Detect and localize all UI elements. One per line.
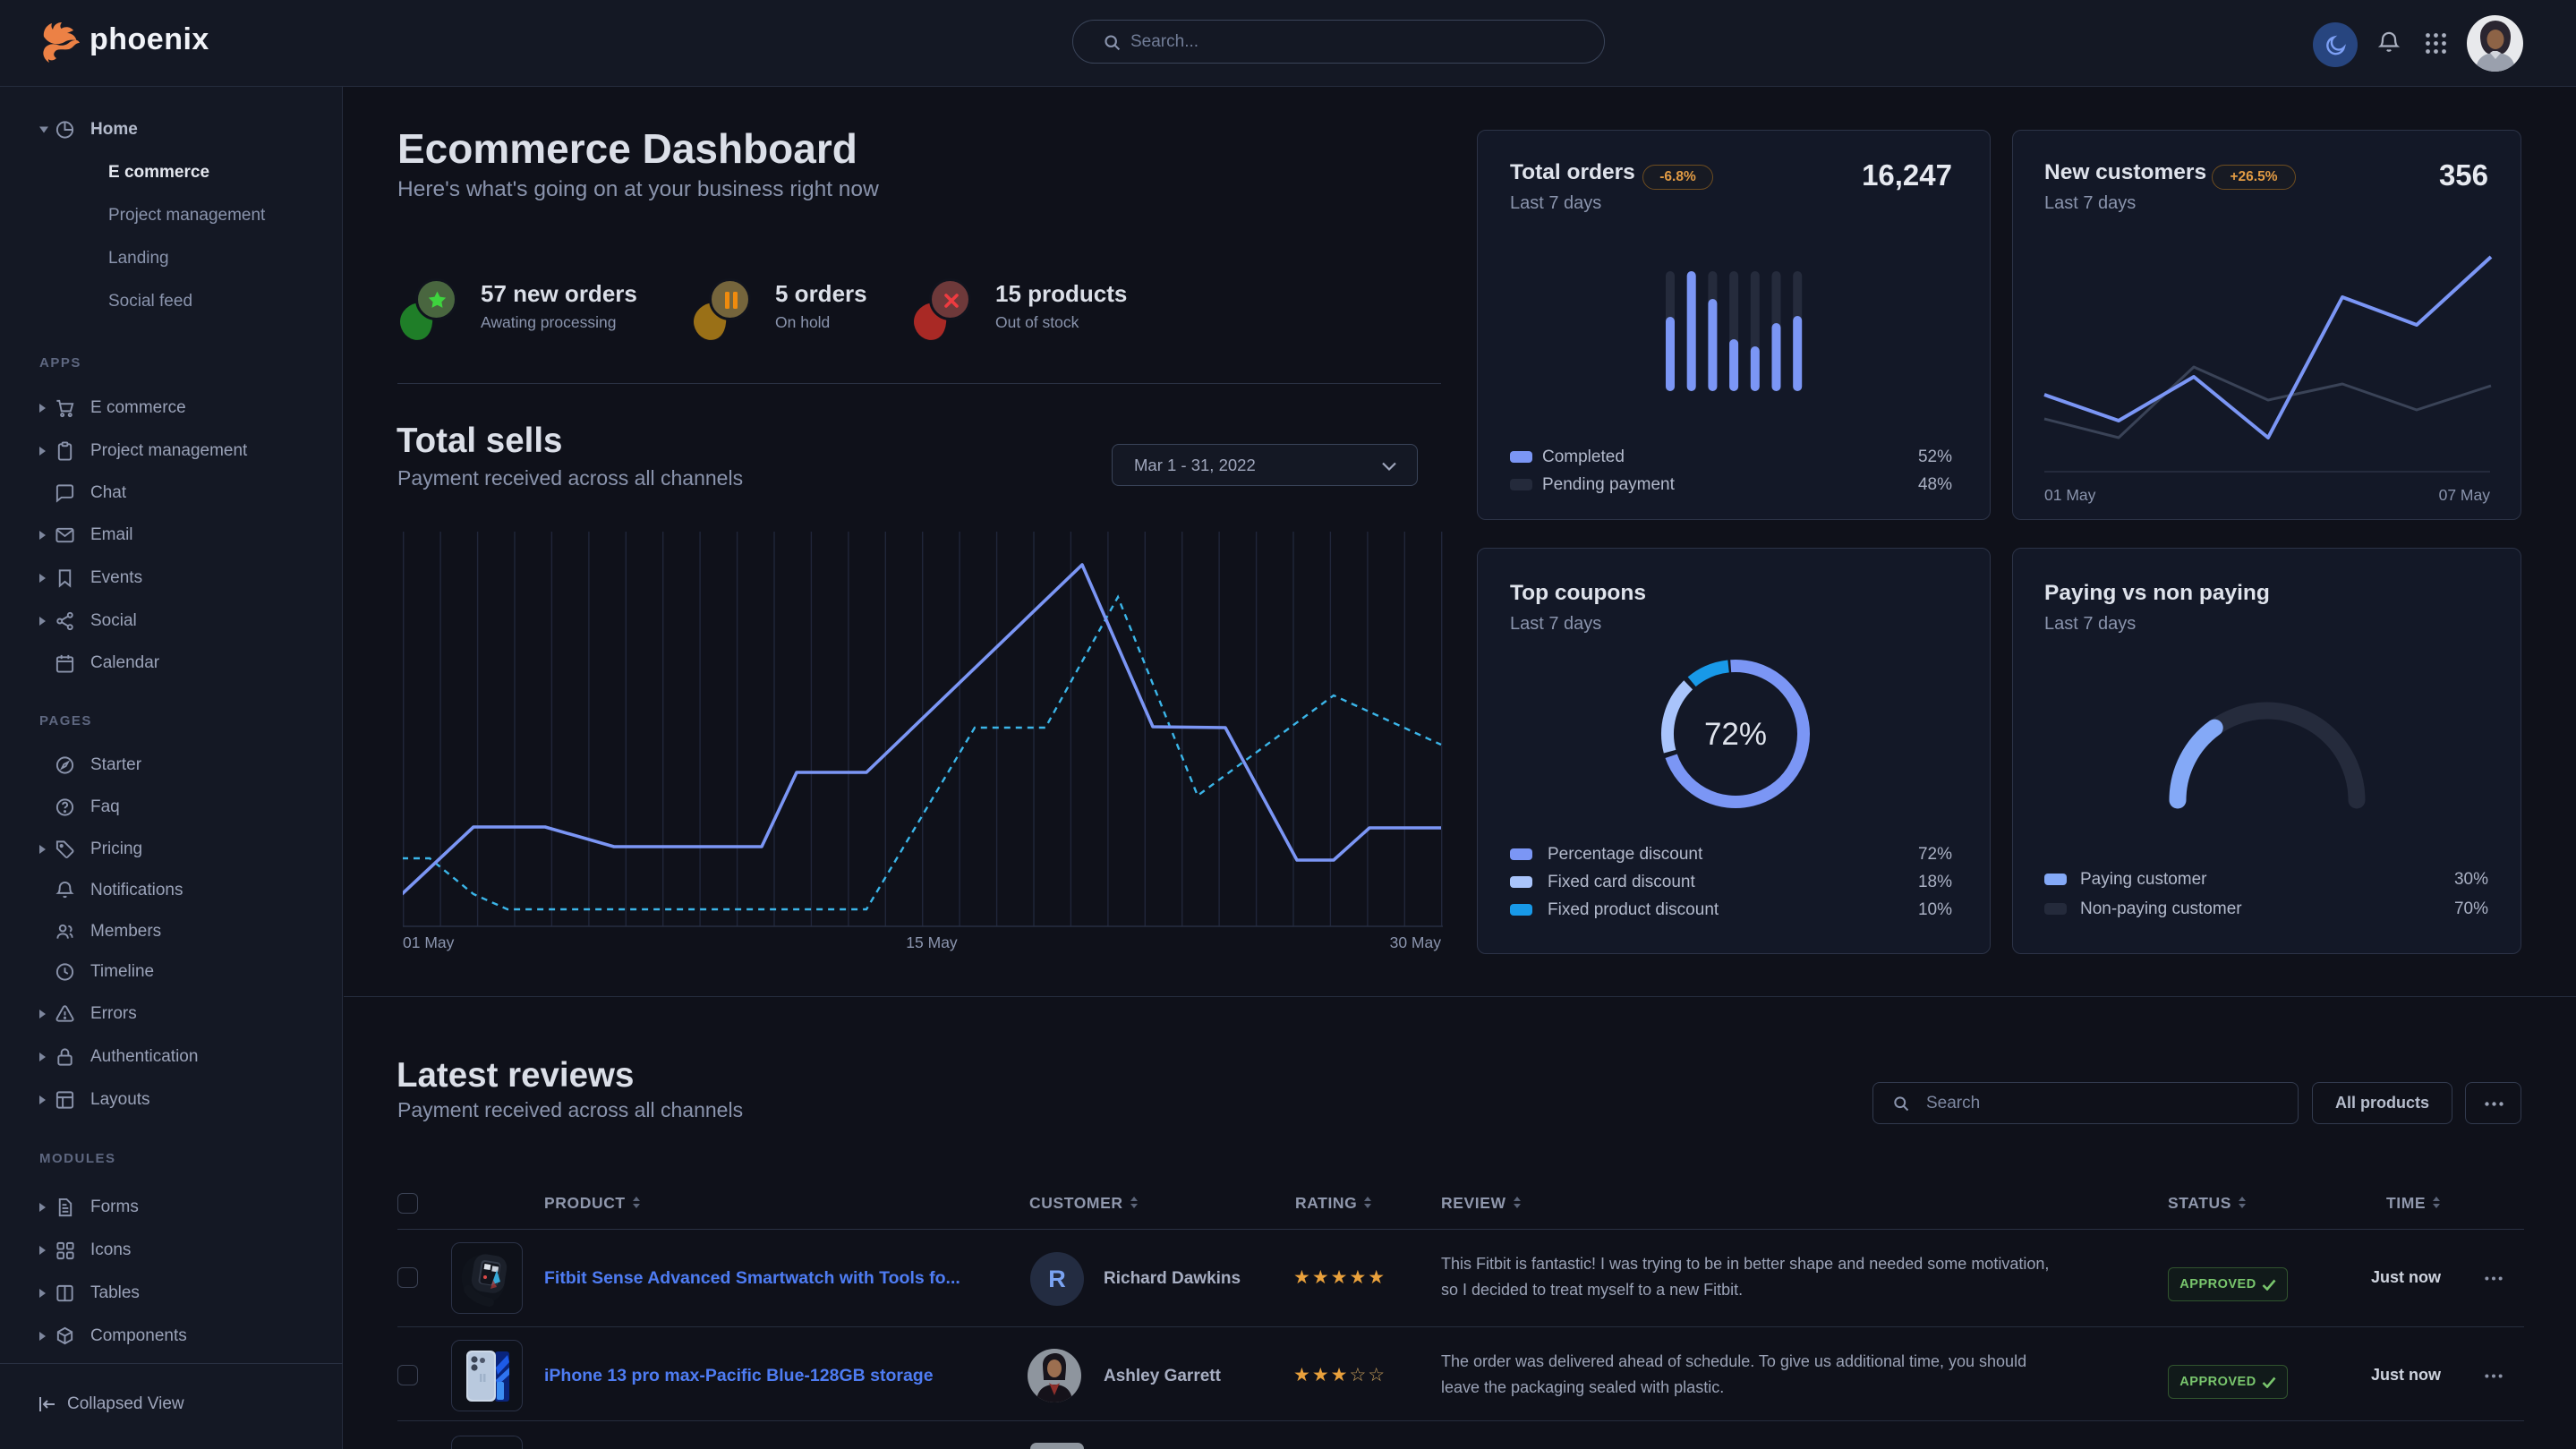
svg-text:01 May: 01 May xyxy=(403,933,455,951)
svg-text:72%: 72% xyxy=(1704,717,1767,752)
svg-text:01 May: 01 May xyxy=(2044,486,2096,504)
svg-text:30 May: 30 May xyxy=(1390,933,1442,951)
svg-text:07 May: 07 May xyxy=(2439,486,2491,504)
svg-text:15 May: 15 May xyxy=(906,933,958,951)
